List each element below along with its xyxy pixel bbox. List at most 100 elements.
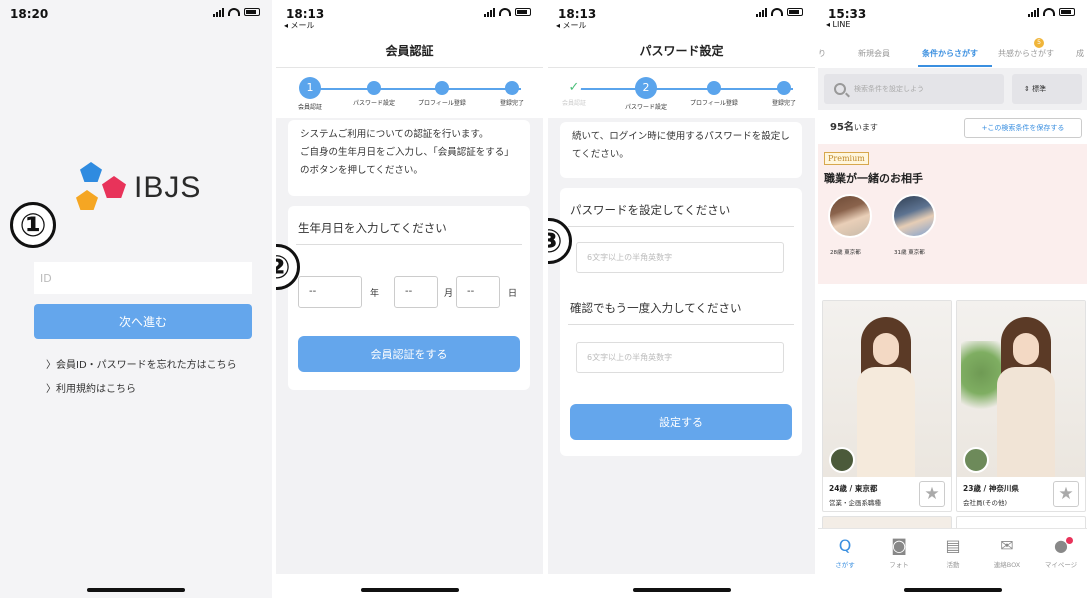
password-field[interactable]: 6文字以上の半角英数字 bbox=[576, 242, 784, 273]
status-bar: 15:33 ◂ LINE bbox=[818, 0, 1087, 36]
back-to-app[interactable]: ◂ メール bbox=[284, 20, 315, 31]
step-dot-current: 1 bbox=[299, 77, 321, 99]
premium-badge: Premium bbox=[824, 152, 869, 165]
divider bbox=[568, 324, 794, 325]
signal-icon bbox=[756, 7, 767, 17]
password-setup-screen: 18:13 ◂ メール パスワード設定 ✓ 会員認証 2 パスワード設定 プロフ… bbox=[548, 0, 815, 598]
intro-line: 続いて、ログイン時に使用するパスワードを設定し bbox=[572, 131, 790, 142]
photo-face bbox=[1013, 333, 1039, 365]
premium-caption: 31歳 東京都 bbox=[894, 250, 925, 256]
step-password: 2 パスワード設定 bbox=[611, 77, 681, 111]
save-search-button[interactable]: +この検索条件を保存する bbox=[964, 118, 1082, 138]
home-indicator bbox=[903, 588, 1002, 592]
month-unit: 月 bbox=[444, 289, 454, 299]
search-tabs: り 新規会員 条件からさがす 共感からさがす 成 5 bbox=[818, 36, 1087, 68]
tab-activity[interactable]: ▤ 活動 bbox=[926, 535, 980, 569]
profile-card[interactable]: 24歳 / 東京都 営業・企画系職種 ★ bbox=[822, 300, 952, 512]
id-input[interactable]: ID bbox=[34, 262, 252, 294]
intro-line: てください。 bbox=[572, 149, 629, 160]
step-profile: プロフィール登録 bbox=[679, 78, 749, 107]
bottom-tab-bar: Q さがす ◙ フォト ▤ 活動 ✉ 連絡BOX ● マイページ bbox=[818, 528, 1087, 576]
status-time: 18:13 bbox=[558, 7, 597, 21]
step-dot-current: 2 bbox=[635, 77, 657, 99]
step-dot bbox=[505, 81, 519, 95]
tab-label: フォト bbox=[889, 561, 909, 569]
day-field[interactable]: -- bbox=[456, 276, 500, 308]
month-field[interactable]: -- bbox=[394, 276, 438, 308]
wifi-icon bbox=[228, 8, 240, 16]
back-to-app[interactable]: ◂ メール bbox=[556, 20, 587, 31]
confirm-label: 確認でもう一度入力してください bbox=[570, 301, 742, 315]
authenticate-button[interactable]: 会員認証をする bbox=[298, 336, 520, 372]
year-unit: 年 bbox=[370, 289, 380, 299]
back-to-app[interactable]: ◂ LINE bbox=[826, 20, 850, 29]
profile-job: 営業・企画系職種 bbox=[829, 499, 881, 507]
mail-icon: ✉ bbox=[1000, 536, 1014, 555]
tab-partial-right[interactable]: 成 bbox=[1076, 48, 1084, 59]
tab-search-by-empathy[interactable]: 共感からさがす bbox=[998, 48, 1054, 59]
page-title: パスワード設定 bbox=[548, 34, 815, 68]
search-input[interactable]: 検索条件を設定しよう bbox=[824, 74, 1004, 104]
system-icons bbox=[484, 7, 531, 17]
user-icon: ● bbox=[1054, 536, 1068, 555]
tab-search[interactable]: Q さがす bbox=[818, 535, 872, 569]
tab-partial-left[interactable]: り bbox=[818, 48, 826, 59]
home-indicator bbox=[632, 588, 731, 592]
profile-card[interactable]: 23歳 / 神奈川県 会社員(その他) ★ bbox=[956, 300, 1086, 512]
battery-icon bbox=[244, 8, 260, 16]
wifi-icon bbox=[499, 8, 511, 16]
step-label: 登録完了 bbox=[499, 100, 524, 107]
password-card: パスワードを設定してください 6文字以上の半角英数字 確認でもう一度入力してくだ… bbox=[560, 188, 802, 456]
star-icon[interactable]: ★ bbox=[919, 481, 945, 507]
status-time: 18:13 bbox=[286, 7, 325, 21]
home-indicator bbox=[87, 588, 185, 592]
step-label: 会員認証 bbox=[561, 100, 586, 107]
member-auth-screen: 18:13 ◂ メール 会員認証 1 会員認証 パスワード設定 プロフィール登録… bbox=[276, 0, 543, 598]
tab-mypage[interactable]: ● マイページ bbox=[1034, 535, 1087, 569]
tab-badge: 5 bbox=[1034, 38, 1044, 48]
terms-link[interactable]: 〉利用規約はこちら bbox=[46, 380, 136, 395]
wifi-icon bbox=[1043, 8, 1055, 16]
login-screen: 18:20 IBJS ① ID 次へ進む 〉会員ID・パスワードを忘れた方はこち… bbox=[0, 0, 272, 598]
tab-photo[interactable]: ◙ フォト bbox=[872, 535, 926, 569]
step-profile: プロフィール登録 bbox=[407, 78, 477, 107]
status-time: 15:33 bbox=[828, 7, 867, 21]
mini-avatar bbox=[963, 447, 989, 473]
step-label: プロフィール登録 bbox=[690, 100, 738, 107]
step-label: 登録完了 bbox=[771, 100, 796, 107]
sort-select[interactable]: ⇕ 標準 bbox=[1012, 74, 1082, 104]
tab-messages[interactable]: ✉ 連絡BOX bbox=[980, 535, 1034, 569]
intro-card: 続いて、ログイン時に使用するパスワードを設定し てください。 bbox=[560, 122, 802, 178]
step-auth: 1 会員認証 bbox=[276, 77, 345, 111]
logo-text: IBJS bbox=[134, 171, 202, 204]
logo-mark-icon bbox=[76, 162, 128, 214]
tab-label: 活動 bbox=[946, 561, 960, 569]
year-field[interactable]: -- bbox=[298, 276, 362, 308]
battery-icon bbox=[787, 8, 803, 16]
step-dot bbox=[777, 81, 791, 95]
search-results-screen: 15:33 ◂ LINE り 新規会員 条件からさがす 共感からさがす 成 5 … bbox=[818, 0, 1087, 598]
premium-avatar[interactable] bbox=[828, 194, 872, 238]
tab-search-by-conditions[interactable]: 条件からさがす bbox=[922, 48, 978, 59]
tab-new-members[interactable]: 新規会員 bbox=[858, 48, 890, 59]
chevron-right-icon: 〉 bbox=[46, 384, 56, 395]
premium-section: Premium 職業が一緒のお相手 28歳 東京都 31歳 東京都 bbox=[818, 144, 1087, 284]
tab-label: さがす bbox=[835, 561, 855, 569]
star-icon[interactable]: ★ bbox=[1053, 481, 1079, 507]
premium-avatar[interactable] bbox=[892, 194, 936, 238]
mini-avatar bbox=[829, 447, 855, 473]
confirm-password-field[interactable]: 6文字以上の半角英数字 bbox=[576, 342, 784, 373]
signal-icon bbox=[213, 7, 224, 17]
battery-icon bbox=[1059, 8, 1075, 16]
bottom-area bbox=[276, 574, 543, 598]
intro-line: ご自身の生年月日をご入力し、「会員認証をする」 bbox=[300, 147, 514, 158]
set-password-button[interactable]: 設定する bbox=[570, 404, 792, 440]
result-count-suffix: います bbox=[853, 123, 878, 132]
forgot-credentials-link[interactable]: 〉会員ID・パスワードを忘れた方はこちら bbox=[46, 356, 237, 371]
next-button[interactable]: 次へ進む bbox=[34, 304, 252, 339]
system-icons bbox=[213, 7, 260, 17]
check-icon: ✓ bbox=[567, 80, 581, 95]
signal-icon bbox=[484, 7, 495, 17]
active-tab-indicator bbox=[918, 65, 992, 67]
step-complete: 登録完了 bbox=[749, 78, 815, 107]
